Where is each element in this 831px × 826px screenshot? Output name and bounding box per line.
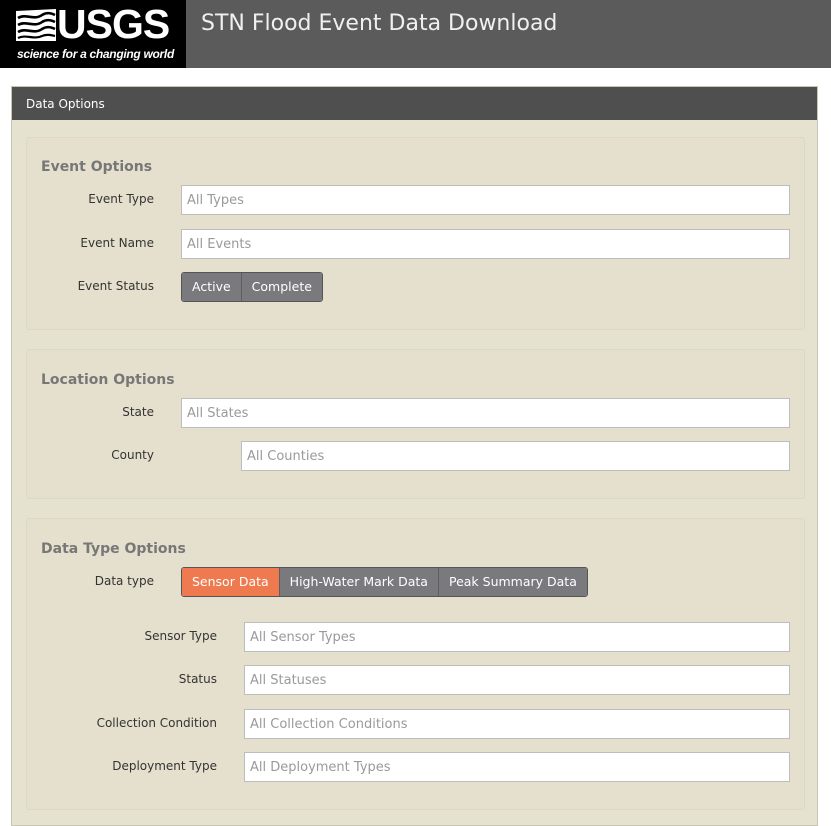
sensor-type-input[interactable] [244, 622, 790, 652]
location-options-section: Location Options State County [26, 349, 805, 499]
data-type-hwm-button[interactable]: High-Water Mark Data [279, 568, 439, 596]
usgs-logo[interactable]: USGS science for a changing world [0, 0, 186, 68]
state-input[interactable] [181, 398, 790, 428]
logo-wordmark: USGS [57, 1, 170, 47]
collection-condition-label: Collection Condition [96, 716, 217, 730]
app-title: STN Flood Event Data Download [201, 11, 558, 36]
state-label: State [122, 405, 154, 419]
data-type-label: Data type [94, 574, 154, 588]
panel-heading: Data Options [12, 87, 817, 120]
event-options-section: Event Options Event Type Event Name Even… [26, 137, 805, 330]
panel-title: Data Options [26, 97, 105, 111]
status-label: Status [178, 672, 217, 686]
logo-tagline: science for a changing world [17, 47, 174, 61]
county-label: County [111, 448, 154, 462]
county-input[interactable] [241, 441, 790, 471]
deployment-type-label: Deployment Type [112, 759, 217, 773]
data-type-toggle-group: Sensor Data High-Water Mark Data Peak Su… [181, 567, 588, 597]
event-name-label: Event Name [80, 236, 154, 250]
data-type-sensor-button[interactable]: Sensor Data [182, 568, 280, 596]
data-options-panel: Data Options Event Options Event Type Ev… [11, 86, 818, 826]
event-name-input[interactable] [181, 229, 790, 259]
status-input[interactable] [244, 665, 790, 695]
event-status-label: Event Status [77, 279, 154, 293]
section-title-data-type-options: Data Type Options [41, 541, 186, 557]
event-status-active-button[interactable]: Active [182, 273, 242, 301]
section-title-event-options: Event Options [41, 159, 153, 175]
collection-condition-input[interactable] [244, 709, 790, 739]
section-title-location-options: Location Options [41, 372, 175, 388]
event-type-input[interactable] [181, 185, 790, 215]
event-status-complete-button[interactable]: Complete [241, 273, 322, 301]
deployment-type-input[interactable] [244, 752, 790, 782]
data-type-peak-summary-button[interactable]: Peak Summary Data [438, 568, 587, 596]
sensor-type-label: Sensor Type [144, 629, 217, 643]
app-header: USGS science for a changing world STN Fl… [0, 0, 831, 68]
event-status-toggle-group: Active Complete [181, 272, 323, 302]
usgs-wave-icon [16, 9, 56, 41]
data-type-options-section: Data Type Options Data type Sensor Data … [26, 518, 805, 810]
event-type-label: Event Type [88, 192, 154, 206]
